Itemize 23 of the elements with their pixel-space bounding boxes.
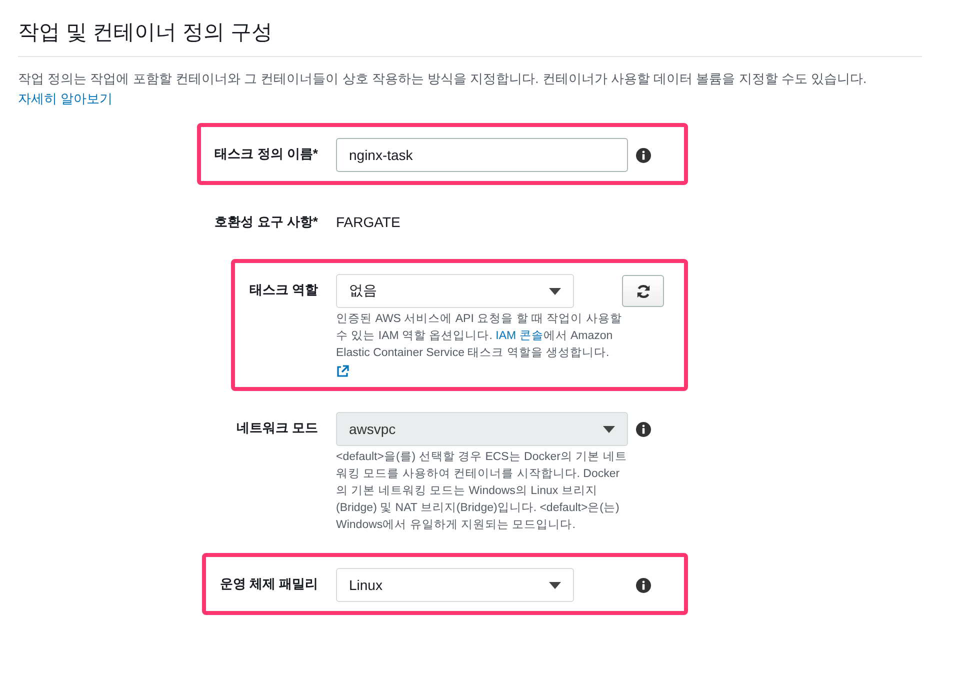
console-link[interactable]: IAM 콘솔 (496, 330, 544, 342)
help-text: 인증된 AWS 서비스에 API 요청을 할 때 작업이 사용할 수 있는 IAM 역할 옵션입니다. IAM 콘솔에서 Amazon Elastic Container Service 태스크 역할을 생성합니다. (336, 312, 623, 361)
caret-icon (549, 288, 561, 294)
info-icon[interactable] (636, 148, 651, 162)
field-label: 운영 체제 패밀리 (220, 575, 318, 593)
field-label: 태스크 역할 (249, 281, 318, 299)
refresh-button[interactable] (622, 275, 664, 307)
field-label: 호환성 요구 사항* (214, 213, 318, 231)
field-value: FARGATE (336, 213, 402, 232)
select-field[interactable]: Linux (336, 568, 574, 602)
section-heading: 작업 및 컨테이너 정의 구성 (18, 18, 922, 57)
help-text: <default>을(를) 선택할 경우 ECS는 Docker의 기본 네트워킹 모드를 사용하여 컨테이너를 시작합니다. Docker의 기본 네트워킹 모드는 Windows의 Linux 브리지(Bridge) 및 NAT 브리지(Bridge)입니다. <default>은(는) Windows에서 유일하게 지원되는 모드입니다. (336, 450, 628, 533)
caret-icon (603, 426, 615, 432)
description-text: 작업 정의는 작업에 포함할 컨테이너와 그 컨테이너들이 상호 작용하는 방식을 지정합니다. 컨테이너가 사용할 데이터 볼륨을 지정할 수도 있습니다. 자세히 알아보기 (18, 70, 868, 108)
field-label: 태스크 정의 이름* (214, 145, 318, 163)
info-icon[interactable] (636, 578, 651, 592)
refresh-icon (636, 284, 650, 298)
external-link-icon[interactable] (336, 365, 349, 378)
learn-more-link[interactable]: 자세히 알아보기 (18, 91, 113, 106)
caret-icon (549, 582, 561, 588)
select-field[interactable]: 없음 (336, 274, 574, 308)
input-field[interactable]: nginx-task (336, 138, 628, 172)
field-label: 네트워크 모드 (236, 419, 318, 437)
